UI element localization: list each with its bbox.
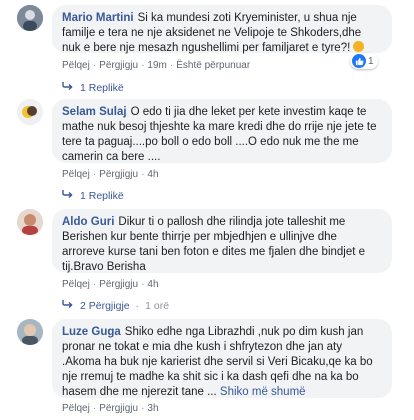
comment-author[interactable]: Mario Martini (62, 12, 134, 24)
comment-actions: Pëlqej · Përgjigju · 4h (62, 169, 159, 180)
like-reaction-icon (352, 54, 366, 68)
like-link[interactable]: Pëlqej (62, 169, 90, 180)
comment-actions: Pëlqej · Përgjigju · 3h (62, 403, 159, 414)
thinking-emoji-icon (353, 41, 365, 52)
comment-bubble: Selam Sulaj O edo ti jia dhe leket per ke… (52, 99, 392, 163)
reply-arrow-icon (62, 189, 74, 202)
comment-bubble: Mario Martini Si ka mundesi zoti Kryemini… (52, 5, 392, 54)
avatar[interactable] (17, 209, 43, 235)
reply-link[interactable]: Përgjigju (99, 279, 138, 290)
like-link[interactable]: Pëlqej (62, 403, 90, 414)
comment-author[interactable]: Luze Guga (62, 326, 121, 338)
replies-count[interactable]: 2 Përgjigje (80, 300, 130, 312)
replies-count[interactable]: 1 Replikë (80, 190, 124, 202)
comment-author[interactable]: Aldo Guri (62, 216, 114, 228)
comment-time[interactable]: 4h (147, 279, 158, 290)
reply-link[interactable]: Përgjigju (99, 60, 138, 71)
like-link[interactable]: Pëlqej (62, 60, 90, 71)
reply-arrow-icon (62, 299, 74, 312)
see-more-link[interactable]: Shiko më shumë (220, 386, 306, 398)
view-replies[interactable]: 1 Replikë (62, 189, 124, 202)
reaction-count: 1 (368, 55, 374, 67)
comment-bubble: Luze Guga Shiko edhe nga Librazhdi ,nuk p… (52, 319, 392, 398)
view-replies[interactable]: 1 Replikë (62, 81, 124, 94)
comment-time[interactable]: 19m (147, 60, 166, 71)
avatar-image (17, 319, 43, 345)
comment-time[interactable]: 3h (147, 403, 158, 414)
comment-bubble: Aldo Guri Dikur ti o pallosh dhe rilindja… (52, 209, 392, 273)
reply-link[interactable]: Përgjigju (99, 403, 138, 414)
comment-author[interactable]: Selam Sulaj (62, 106, 127, 118)
reply-link[interactable]: Përgjigju (99, 169, 138, 180)
avatar-image (17, 99, 43, 125)
reply-arrow-icon (62, 81, 74, 94)
replies-separator: · (135, 299, 140, 312)
replies-count[interactable]: 1 Replikë (80, 82, 124, 94)
avatar[interactable] (17, 5, 43, 31)
view-replies[interactable]: 2 Përgjigje · 1 orë (62, 299, 169, 312)
comment-time[interactable]: 4h (147, 169, 158, 180)
reaction-badge[interactable]: 1 (350, 53, 378, 69)
comment-actions: Pëlqej · Përgjigju · 19m · Është përpunuar (62, 60, 251, 71)
avatar-image (17, 209, 43, 235)
comment-actions: Pëlqej · Përgjigju · 4h (62, 279, 159, 290)
edited-label[interactable]: Është përpunuar (176, 60, 250, 71)
avatar[interactable] (17, 99, 43, 125)
avatar[interactable] (17, 319, 43, 345)
avatar-image (17, 5, 43, 31)
replies-time: 1 orë (145, 299, 170, 312)
like-link[interactable]: Pëlqej (62, 279, 90, 290)
